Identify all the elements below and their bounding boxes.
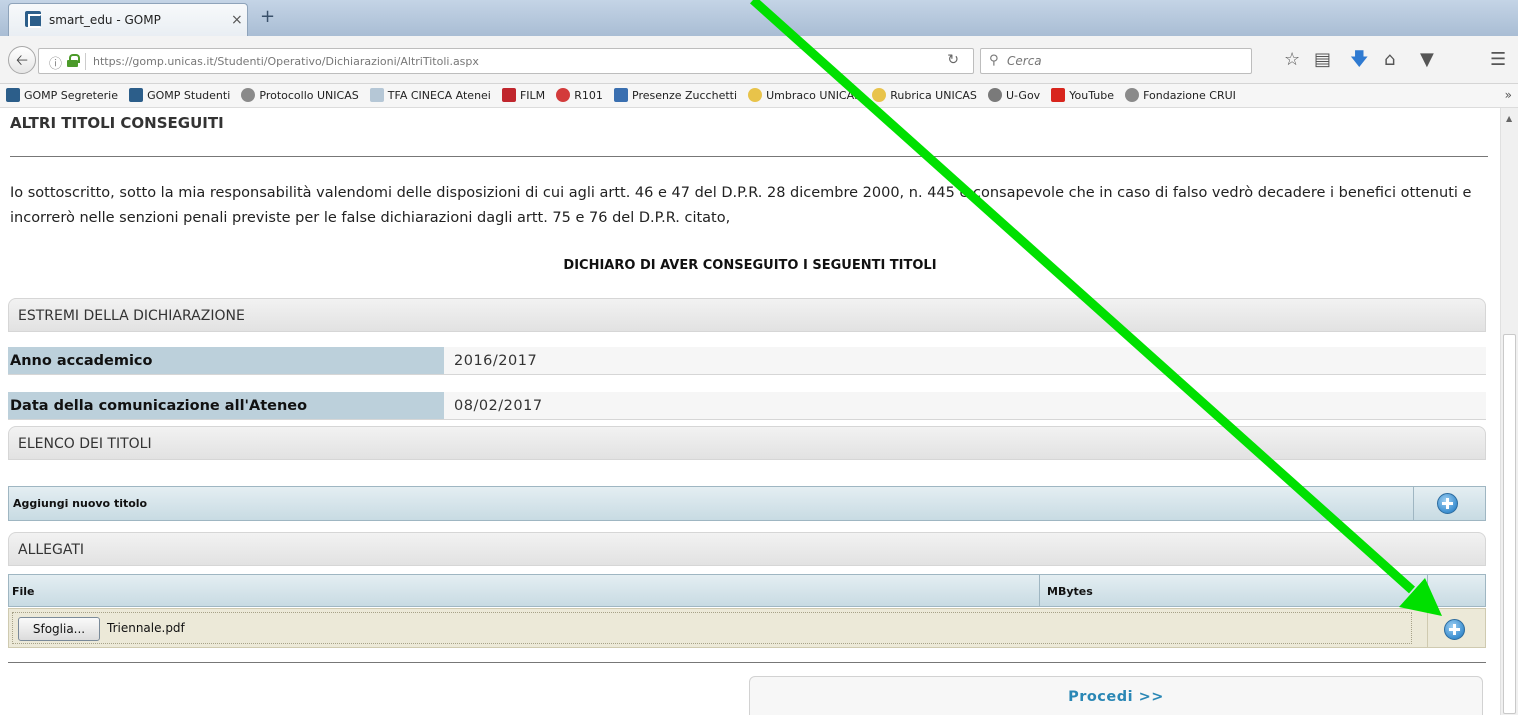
umbraco-icon	[748, 88, 763, 102]
youtube-icon	[1051, 88, 1066, 102]
search-input[interactable]	[1007, 51, 1237, 71]
data-label: Data della comunicazione all'Ateneo	[8, 392, 444, 419]
anno-row: Anno accademico 2016/2017	[8, 347, 1486, 375]
film-icon	[501, 88, 516, 102]
reload-icon[interactable]: ↻	[947, 52, 959, 68]
proceed-button[interactable]: Procedi >>	[749, 676, 1483, 715]
star-icon[interactable]: ☆	[1284, 50, 1300, 70]
download-icon[interactable]: 🡇	[1350, 50, 1369, 70]
add-title-label: Aggiungi nuovo titolo	[13, 497, 148, 510]
reading-list-icon[interactable]: ▤	[1314, 50, 1331, 70]
bookmark-label: YouTube	[1069, 89, 1115, 102]
bookmark-label: GOMP Segreterie	[24, 89, 119, 102]
bookmark-rubrica-unicas[interactable]: Rubrica UNICAS	[872, 84, 977, 107]
bookmark-label: Rubrica UNICAS	[890, 89, 977, 102]
allegati-header: ALLEGATI	[8, 532, 1486, 566]
scrollbar-thumb[interactable]	[1503, 334, 1516, 714]
title-divider	[10, 156, 1488, 157]
lock-icon	[67, 54, 80, 67]
anno-label: Anno accademico	[8, 347, 444, 374]
gomp-icon	[6, 88, 20, 102]
page-content: ALTRI TITOLI CONSEGUITI Io sottoscritto,…	[0, 108, 1500, 715]
browser-tab[interactable]: smart_edu - GOMP ×	[8, 3, 248, 36]
search-icon: ⚲	[989, 53, 999, 68]
gomp-icon	[129, 88, 144, 102]
bookmark-r101[interactable]: R101	[556, 84, 603, 107]
estremi-header: ESTREMI DELLA DICHIARAZIONE	[8, 298, 1486, 332]
site-info-icon[interactable]: ⓘ	[49, 53, 62, 72]
tab-title: smart_edu - GOMP	[49, 13, 161, 27]
close-tab-icon[interactable]: ×	[231, 12, 243, 28]
globe-icon	[241, 88, 256, 102]
arrow-left-icon: 🡠	[15, 51, 29, 69]
browse-button[interactable]: Sfoglia...	[18, 617, 100, 641]
bookmarks-overflow-icon[interactable]: »	[1505, 88, 1512, 102]
url-bar[interactable]: ⓘ https://gomp.unicas.it/Studenti/Operat…	[38, 48, 974, 74]
column-file: File	[12, 585, 35, 598]
data-row: Data della comunicazione all'Ateneo 08/0…	[8, 392, 1486, 420]
menu-icon[interactable]: ☰	[1490, 50, 1506, 70]
add-title-button[interactable]	[1437, 493, 1458, 514]
url-separator	[85, 53, 86, 70]
bookmark-protocollo-unicas[interactable]: Protocollo UNICAS	[241, 84, 359, 107]
bookmark-label: GOMP Studenti	[147, 89, 231, 102]
bookmark-u-gov[interactable]: U-Gov	[988, 84, 1041, 107]
globe-icon	[1125, 88, 1140, 102]
cineca-icon	[369, 88, 384, 102]
bookmark-fondazione-crui[interactable]: Fondazione CRUI	[1125, 84, 1236, 107]
add-title-bar: Aggiungi nuovo titolo	[8, 486, 1486, 521]
bookmark-label: TFA CINECA Atenei	[387, 89, 491, 102]
bottom-divider	[8, 662, 1486, 663]
bookmark-label: FILM	[519, 89, 546, 102]
new-tab-button[interactable]: +	[260, 6, 275, 27]
data-value: 08/02/2017	[444, 392, 1486, 419]
bookmark-presenze-zucchetti[interactable]: Presenze Zucchetti	[614, 84, 738, 107]
column-separator	[1427, 609, 1428, 647]
bookmark-label: U-Gov	[1006, 89, 1041, 102]
declaro-heading: DICHIARO DI AVER CONSEGUITO I SEGUENTI T…	[563, 258, 937, 273]
selected-file-name: Triennale.pdf	[107, 621, 185, 635]
bookmark-umbraco-unicas[interactable]: Umbraco UNICAS	[748, 84, 862, 107]
search-bar[interactable]: ⚲	[980, 48, 1252, 74]
url-text[interactable]: https://gomp.unicas.it/Studenti/Operativ…	[93, 55, 479, 68]
bookmark-label: R101	[574, 89, 603, 102]
bookmark-film[interactable]: FILM	[501, 84, 546, 107]
column-mbytes: MBytes	[1047, 585, 1093, 598]
bookmark-gomp-segreterie[interactable]: GOMP Segreterie	[6, 84, 119, 107]
bookmark-label: Fondazione CRUI	[1143, 89, 1236, 102]
page-title: ALTRI TITOLI CONSEGUITI	[10, 114, 224, 132]
umbraco-icon	[872, 88, 887, 102]
add-attachment-button[interactable]	[1444, 619, 1465, 640]
bookmark-tfa-cineca[interactable]: TFA CINECA Atenei	[369, 84, 491, 107]
u-gov-icon	[988, 88, 1002, 102]
gomp-favicon-icon	[25, 11, 42, 28]
bookmark-label: Presenze Zucchetti	[632, 89, 738, 102]
file-input-area: Sfoglia... Triennale.pdf	[12, 612, 1412, 644]
bookmark-label: Umbraco UNICAS	[766, 89, 862, 102]
pocket-icon[interactable]: ▼	[1420, 50, 1434, 70]
allegati-column-header: File MBytes	[8, 574, 1486, 607]
home-icon[interactable]: ⌂	[1384, 50, 1395, 70]
zucchetti-icon	[614, 88, 628, 102]
column-separator	[1413, 487, 1414, 520]
declaration-text: Io sottoscritto, sotto la mia responsabi…	[10, 185, 1472, 226]
r101-icon	[556, 88, 571, 102]
anno-value: 2016/2017	[444, 347, 1486, 374]
browser-tab-strip: smart_edu - GOMP × +	[0, 0, 1518, 36]
bookmark-label: Protocollo UNICAS	[259, 89, 359, 102]
column-separator	[1039, 575, 1040, 606]
bookmarks-toolbar: GOMP Segreterie GOMP Studenti Protocollo…	[0, 84, 1518, 108]
column-separator	[1427, 575, 1428, 606]
file-upload-row: Sfoglia... Triennale.pdf	[8, 608, 1486, 648]
back-button[interactable]: 🡠	[8, 46, 36, 74]
bookmark-youtube[interactable]: YouTube	[1051, 84, 1115, 107]
navigation-toolbar: 🡠 ⓘ https://gomp.unicas.it/Studenti/Oper…	[0, 36, 1518, 84]
bookmark-gomp-studenti[interactable]: GOMP Studenti	[129, 84, 231, 107]
scroll-up-icon[interactable]: ▲	[1506, 114, 1512, 123]
elenco-header: ELENCO DEI TITOLI	[8, 426, 1486, 460]
vertical-scrollbar[interactable]: ▲	[1500, 108, 1518, 715]
